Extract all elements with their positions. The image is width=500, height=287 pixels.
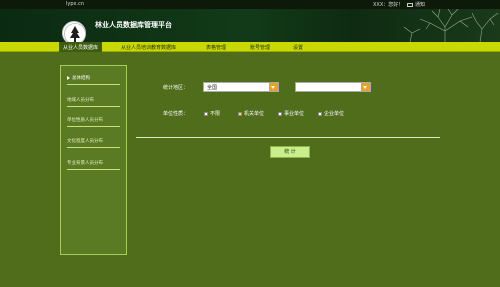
- tree-decoration-icon: [403, 9, 499, 42]
- sidebar-divider: [67, 169, 120, 170]
- region-select-secondary[interactable]: [295, 82, 371, 92]
- checkbox-label: 事业单位: [284, 111, 305, 117]
- checkbox-unlimited[interactable]: 不限: [204, 110, 220, 117]
- sidebar-item-major[interactable]: 专业背景人员分布: [67, 160, 121, 170]
- region-label: 统计地区：: [163, 85, 189, 91]
- checkbox-box[interactable]: [238, 111, 242, 116]
- chevron-down-icon: [361, 83, 370, 91]
- checkbox-enterprise[interactable]: 企业单位: [318, 110, 344, 117]
- user-greeting: XXX：您好！: [373, 2, 404, 8]
- checkbox-box[interactable]: [204, 111, 208, 116]
- sidebar-divider: [67, 147, 120, 148]
- region-select-value: 全国: [207, 85, 218, 91]
- sidebar-item-education[interactable]: 文化程度人员分布: [67, 138, 121, 148]
- notify-label: 通知: [415, 2, 426, 8]
- sidebar-item-label: 专业背景人员分布: [67, 161, 103, 166]
- region-select-primary[interactable]: 全国: [203, 82, 279, 92]
- sidebar-divider: [67, 106, 120, 107]
- forestry-logo-icon: [62, 21, 86, 42]
- unit-nature-label: 单位性质：: [163, 111, 189, 117]
- tab-practitioner-db[interactable]: 从业人员数据库: [59, 42, 103, 52]
- sidebar-divider: [67, 126, 120, 127]
- tab-account-management[interactable]: 账号管理: [250, 44, 270, 51]
- tab-form-management[interactable]: 表格管理: [206, 44, 226, 51]
- tab-settings[interactable]: 设置: [293, 44, 303, 51]
- top-bar: lypx.cn XXX：您好！ 通知: [0, 0, 500, 9]
- chevron-down-icon: [269, 83, 278, 91]
- content-divider: [136, 137, 440, 138]
- notify-link[interactable]: 通知: [407, 1, 425, 8]
- sidebar-item-label: 总体结构: [72, 76, 90, 81]
- checkbox-government[interactable]: 机关单位: [238, 110, 264, 117]
- sidebar-item-region[interactable]: 地域人员分布: [67, 97, 121, 107]
- sidebar-item-overall-structure[interactable]: 总体结构: [67, 75, 121, 85]
- sidebar-divider: [67, 84, 120, 85]
- mail-icon: [407, 2, 413, 7]
- header-banner: 林业人员数据库管理平台: [0, 9, 500, 42]
- checkbox-label: 不限: [210, 111, 221, 117]
- stats-button[interactable]: 统 计: [270, 146, 310, 158]
- checkbox-label: 企业单位: [324, 111, 345, 117]
- sidebar-item-label: 单位性质人员分布: [67, 118, 103, 123]
- sidebar-item-label: 文化程度人员分布: [67, 139, 103, 144]
- site-domain: lypx.cn: [66, 1, 84, 7]
- sidebar-item-label: 地域人员分布: [67, 98, 94, 103]
- checkbox-box[interactable]: [278, 111, 282, 116]
- checkbox-public-institution[interactable]: 事业单位: [278, 110, 304, 117]
- sidebar: 总体结构 地域人员分布 单位性质人员分布 文化程度人员分布 专业背景人员分布: [60, 65, 127, 255]
- arrow-right-icon: [67, 75, 70, 80]
- tab-training-db[interactable]: 从业人员培训教育数据库: [121, 44, 176, 51]
- main-nav: 从业人员数据库 从业人员培训教育数据库 表格管理 账号管理 设置: [0, 42, 500, 52]
- checkbox-label: 机关单位: [244, 111, 265, 117]
- checkbox-box[interactable]: [318, 111, 322, 116]
- sidebar-item-unit-nature[interactable]: 单位性质人员分布: [67, 117, 121, 127]
- app-title: 林业人员数据库管理平台: [95, 21, 172, 29]
